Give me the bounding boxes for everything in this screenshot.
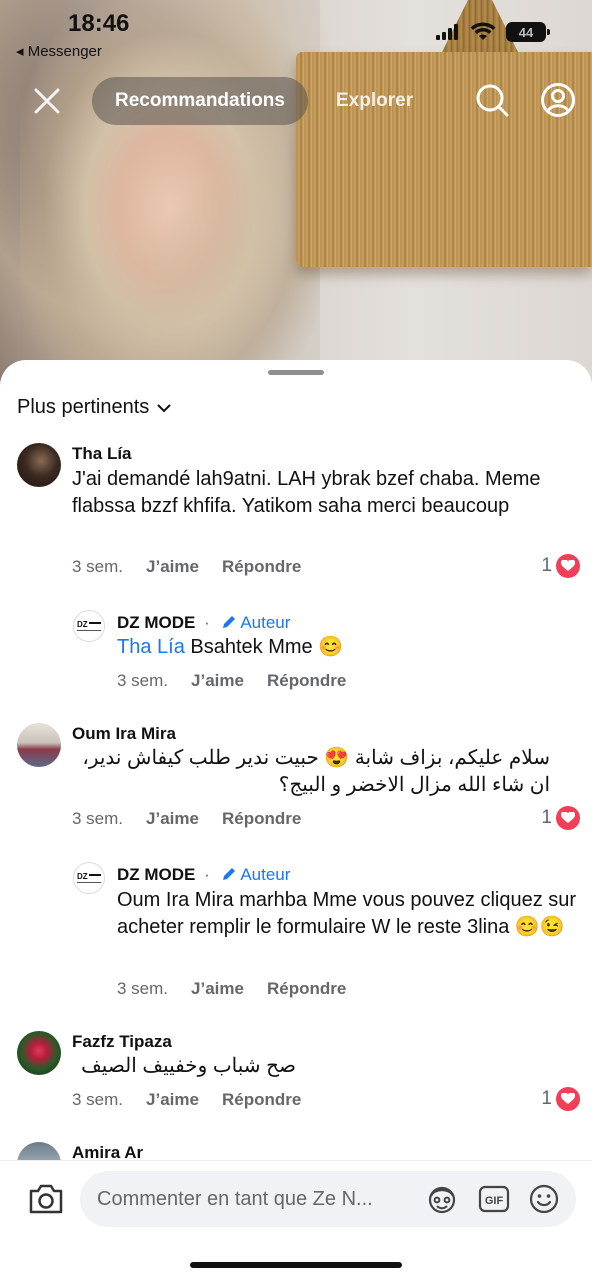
pencil-icon: [222, 868, 235, 880]
svg-text:GIF: GIF: [485, 1195, 504, 1207]
like-count[interactable]: 1: [541, 806, 580, 830]
battery-icon: 44: [506, 22, 550, 42]
reply-author[interactable]: DZ MODE: [117, 613, 195, 632]
comment-meta: 3 sem. J’aime Répondre: [72, 809, 301, 829]
pencil-icon: [222, 616, 235, 628]
search-icon[interactable]: [474, 82, 510, 118]
separator-dot: ·: [204, 613, 210, 632]
reply-button[interactable]: Répondre: [222, 809, 301, 829]
emoji-icon[interactable]: [528, 1183, 560, 1215]
home-indicator[interactable]: [190, 1262, 402, 1268]
reply-author-line: DZ MODE · Auteur: [117, 613, 290, 633]
profile-icon[interactable]: [540, 82, 576, 118]
author-badge: Auteur: [221, 613, 291, 632]
tab-explorer[interactable]: Explorer: [336, 90, 413, 112]
comment-author[interactable]: Oum Ira Mira: [72, 724, 176, 744]
like-button[interactable]: J’aime: [191, 979, 244, 999]
like-button[interactable]: J’aime: [146, 1090, 199, 1110]
gif-icon[interactable]: GIF: [478, 1183, 510, 1215]
comment-input[interactable]: [97, 1187, 417, 1211]
status-time: 18:46: [68, 10, 130, 37]
like-count[interactable]: 1: [541, 1087, 580, 1111]
dz-mode-logo-icon: DZ: [77, 620, 101, 631]
back-to-messenger-link[interactable]: ◂ Messenger: [16, 42, 102, 60]
separator-dot: ·: [204, 865, 210, 884]
comment-meta: 3 sem. J’aime Répondre: [72, 1090, 301, 1110]
close-icon[interactable]: [30, 84, 64, 118]
comment-time: 3 sem.: [72, 1090, 124, 1109]
comment-author[interactable]: Fazfz Tipaza: [72, 1032, 172, 1052]
avatar[interactable]: [17, 723, 61, 767]
reply-button[interactable]: Répondre: [222, 557, 301, 577]
reply-meta: 3 sem. J’aime Répondre: [117, 979, 346, 999]
like-count-value: 1: [541, 555, 552, 576]
like-count-value: 1: [541, 807, 552, 828]
heart-icon: [556, 806, 580, 830]
comment-meta: 3 sem. J’aime Répondre: [72, 557, 301, 577]
avatar[interactable]: [17, 1031, 61, 1075]
like-button[interactable]: J’aime: [146, 809, 199, 829]
camera-icon[interactable]: [28, 1183, 64, 1215]
svg-text:DZ: DZ: [77, 620, 88, 629]
heart-icon: [556, 554, 580, 578]
avatar[interactable]: DZ: [73, 610, 105, 642]
reply-author[interactable]: DZ MODE: [117, 865, 195, 884]
dz-mode-logo-icon: DZ: [77, 872, 101, 883]
video-background[interactable]: [0, 0, 592, 400]
status-icons: 44: [436, 22, 550, 42]
tab-recommandations[interactable]: Recommandations: [92, 77, 308, 125]
sort-dropdown[interactable]: Plus pertinents: [17, 396, 172, 419]
avatar[interactable]: [17, 443, 61, 487]
chevron-down-icon: [157, 403, 172, 412]
comment-time: 3 sem.: [72, 809, 124, 828]
sort-label: Plus pertinents: [17, 396, 150, 418]
reply-button[interactable]: Répondre: [267, 979, 346, 999]
comment-input-container[interactable]: GIF: [80, 1171, 576, 1227]
comment-author[interactable]: Tha Lía: [72, 444, 132, 464]
reply-button[interactable]: Répondre: [267, 671, 346, 691]
comment-text: صح شباب وخفييف الصيف: [81, 1055, 296, 1077]
avatar[interactable]: DZ: [73, 862, 105, 894]
comment-time: 3 sem.: [117, 671, 169, 690]
reply-text: Tha Lía Bsahtek Mme 😊: [117, 634, 557, 661]
comment-text: J'ai demandé lah9atni. LAH ybrak bzef ch…: [72, 468, 541, 517]
author-badge-label: Auteur: [240, 865, 291, 884]
author-badge-label: Auteur: [240, 613, 291, 632]
comment-time: 3 sem.: [72, 557, 124, 576]
svg-text:DZ: DZ: [77, 872, 88, 881]
mention-link[interactable]: Tha Lía: [117, 636, 185, 658]
cellular-signal-icon: [436, 24, 458, 40]
like-button[interactable]: J’aime: [191, 671, 244, 691]
author-badge: Auteur: [221, 865, 291, 884]
reply-text: Oum Ira Mira marhba Mme vous pouvez cliq…: [117, 889, 577, 938]
like-count[interactable]: 1: [541, 554, 580, 578]
reply-text-body: Bsahtek Mme 😊: [184, 636, 344, 658]
like-count-value: 1: [541, 1088, 552, 1109]
reply-meta: 3 sem. J’aime Répondre: [117, 671, 346, 691]
comment-time: 3 sem.: [117, 979, 169, 998]
wifi-icon: [470, 22, 496, 40]
heart-icon: [556, 1087, 580, 1111]
reply-author-line: DZ MODE · Auteur: [117, 865, 290, 885]
like-button[interactable]: J’aime: [146, 557, 199, 577]
comment-text: سلام عليكم، بزاف شابة 😍 حبيت ندير طلب كي…: [82, 747, 550, 796]
avatar-sticker-icon[interactable]: [426, 1183, 458, 1215]
video-hair-overlay: [0, 0, 330, 400]
reply-button[interactable]: Répondre: [222, 1090, 301, 1110]
sheet-grabber[interactable]: [268, 370, 324, 375]
